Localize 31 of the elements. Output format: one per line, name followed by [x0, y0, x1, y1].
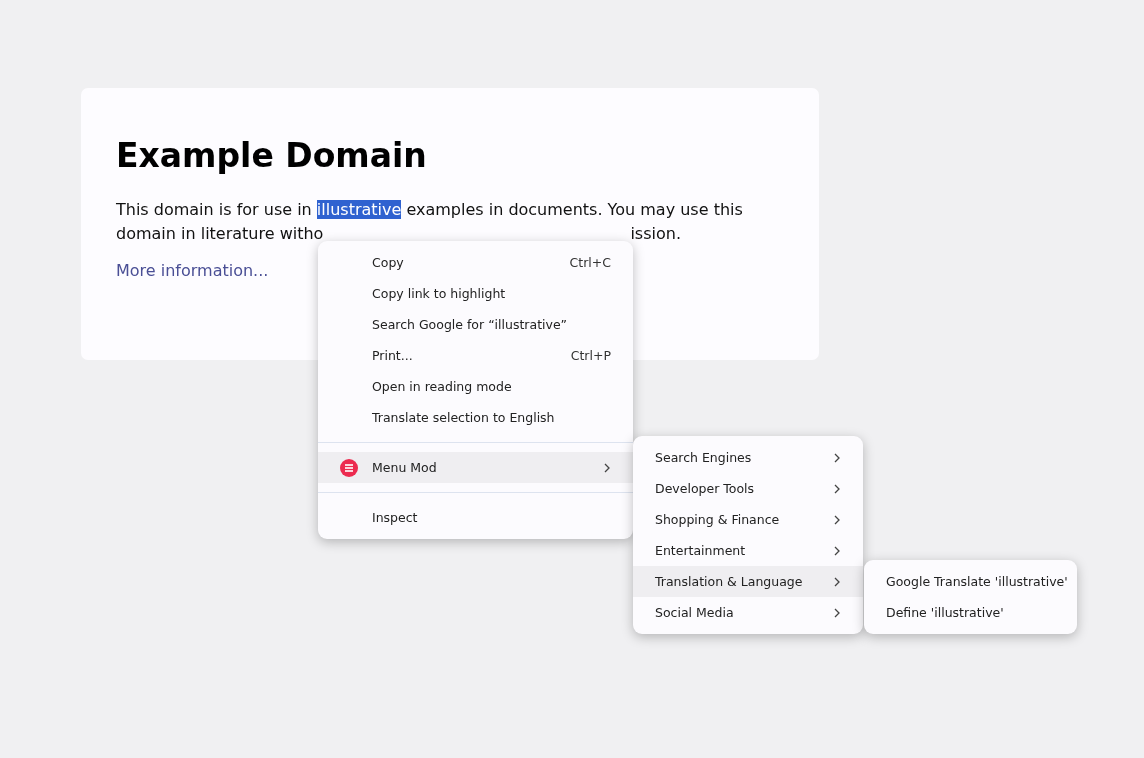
menu-item[interactable]: Menu Mod	[318, 452, 633, 483]
shortcut-text: Ctrl+P	[570, 348, 611, 363]
menu-item[interactable]: Social Media	[633, 597, 863, 628]
page-heading: Example Domain	[116, 136, 428, 176]
paragraph-text: domain in literature witho	[116, 222, 324, 245]
menu-item[interactable]: Search Google for “illustrative”	[318, 309, 633, 340]
menu-item[interactable]: Developer Tools	[633, 473, 863, 504]
menu-item[interactable]: Shopping & Finance	[633, 504, 863, 535]
chevron-right-icon	[833, 607, 841, 618]
menu-item[interactable]: Define 'illustrative'	[864, 597, 1077, 628]
menu-item[interactable]: Inspect	[318, 502, 633, 533]
menu-item[interactable]: Copy Ctrl+C	[318, 247, 633, 278]
menu-item[interactable]: Translation & Language	[633, 566, 863, 597]
shortcut-text: Ctrl+C	[569, 255, 611, 270]
chevron-right-icon	[603, 462, 611, 473]
chevron-right-icon	[833, 545, 841, 556]
chevron-right-icon	[833, 576, 841, 587]
paragraph-line: This domain is for use in illustrative examples in documents. You may use this	[116, 198, 744, 221]
chevron-right-icon	[833, 452, 841, 463]
menu-item[interactable]: Entertainment	[633, 535, 863, 566]
menu-item[interactable]: Translate selection to English	[318, 402, 633, 433]
more-information-link[interactable]: More information...	[116, 260, 269, 280]
menu-item[interactable]: Copy link to highlight	[318, 278, 633, 309]
list-icon	[340, 459, 358, 477]
menu-item[interactable]: Print... Ctrl+P	[318, 340, 633, 371]
menu-item[interactable]: Search Engines	[633, 442, 863, 473]
paragraph-text: ission.	[630, 222, 681, 245]
menu-item[interactable]: Google Translate 'illustrative'	[864, 566, 1077, 597]
menu-item[interactable]: Open in reading mode	[318, 371, 633, 402]
chevron-right-icon	[833, 514, 841, 525]
chevron-right-icon	[833, 483, 841, 494]
